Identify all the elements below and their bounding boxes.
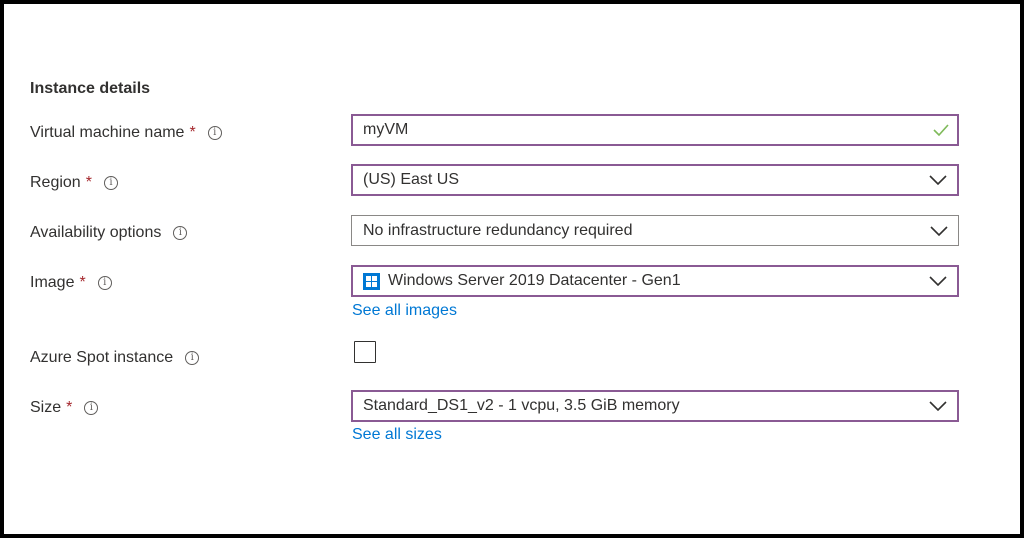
required-marker: * [85, 174, 92, 191]
section-title: Instance details [30, 80, 151, 97]
info-icon[interactable]: i [207, 126, 222, 140]
image-value: Windows Server 2019 Datacenter - Gen1 [388, 272, 681, 289]
availability-label: Availability options i [30, 222, 188, 244]
see-all-sizes-link[interactable]: See all sizes [352, 426, 442, 444]
size-value: Standard_DS1_v2 - 1 vcpu, 3.5 GiB memory [363, 397, 680, 414]
region-dropdown[interactable]: (US) East US [351, 164, 959, 196]
size-label: Size * i [30, 397, 99, 419]
azure-spot-checkbox[interactable] [354, 341, 376, 363]
size-label-text: Size [30, 399, 62, 416]
image-dropdown[interactable]: Windows Server 2019 Datacenter - Gen1 [351, 265, 959, 297]
info-icon[interactable]: i [173, 226, 188, 240]
availability-value: No infrastructure redundancy required [363, 221, 633, 239]
info-icon[interactable]: i [97, 276, 112, 290]
see-all-images-link[interactable]: See all images [352, 302, 457, 320]
info-icon[interactable]: i [84, 401, 99, 415]
info-icon[interactable]: i [103, 176, 118, 190]
vm-name-label: Virtual machine name * i [30, 122, 222, 144]
required-marker: * [189, 124, 196, 141]
vm-name-label-text: Virtual machine name [30, 124, 185, 141]
vm-name-value: myVM [363, 121, 409, 138]
chevron-down-icon [929, 276, 947, 286]
required-marker: * [79, 274, 86, 291]
image-label-text: Image [30, 274, 75, 291]
size-dropdown[interactable]: Standard_DS1_v2 - 1 vcpu, 3.5 GiB memory [351, 390, 959, 422]
image-label: Image * i [30, 272, 112, 294]
region-value: (US) East US [363, 171, 460, 188]
windows-logo-icon [363, 272, 380, 290]
availability-dropdown[interactable]: No infrastructure redundancy required [351, 215, 959, 246]
region-label: Region * i [30, 172, 118, 194]
spot-label: Azure Spot instance i [30, 347, 200, 369]
required-marker: * [66, 399, 73, 416]
availability-label-text: Availability options [30, 224, 162, 241]
chevron-down-icon [929, 175, 947, 185]
info-icon[interactable]: i [185, 351, 200, 365]
chevron-down-icon [929, 401, 947, 411]
spot-label-text: Azure Spot instance [30, 349, 174, 366]
checkmark-icon [933, 124, 949, 136]
form-frame: Instance details Virtual machine name * … [0, 0, 1024, 538]
region-label-text: Region [30, 174, 81, 191]
chevron-down-icon [930, 225, 948, 236]
vm-name-input[interactable]: myVM [351, 114, 959, 146]
